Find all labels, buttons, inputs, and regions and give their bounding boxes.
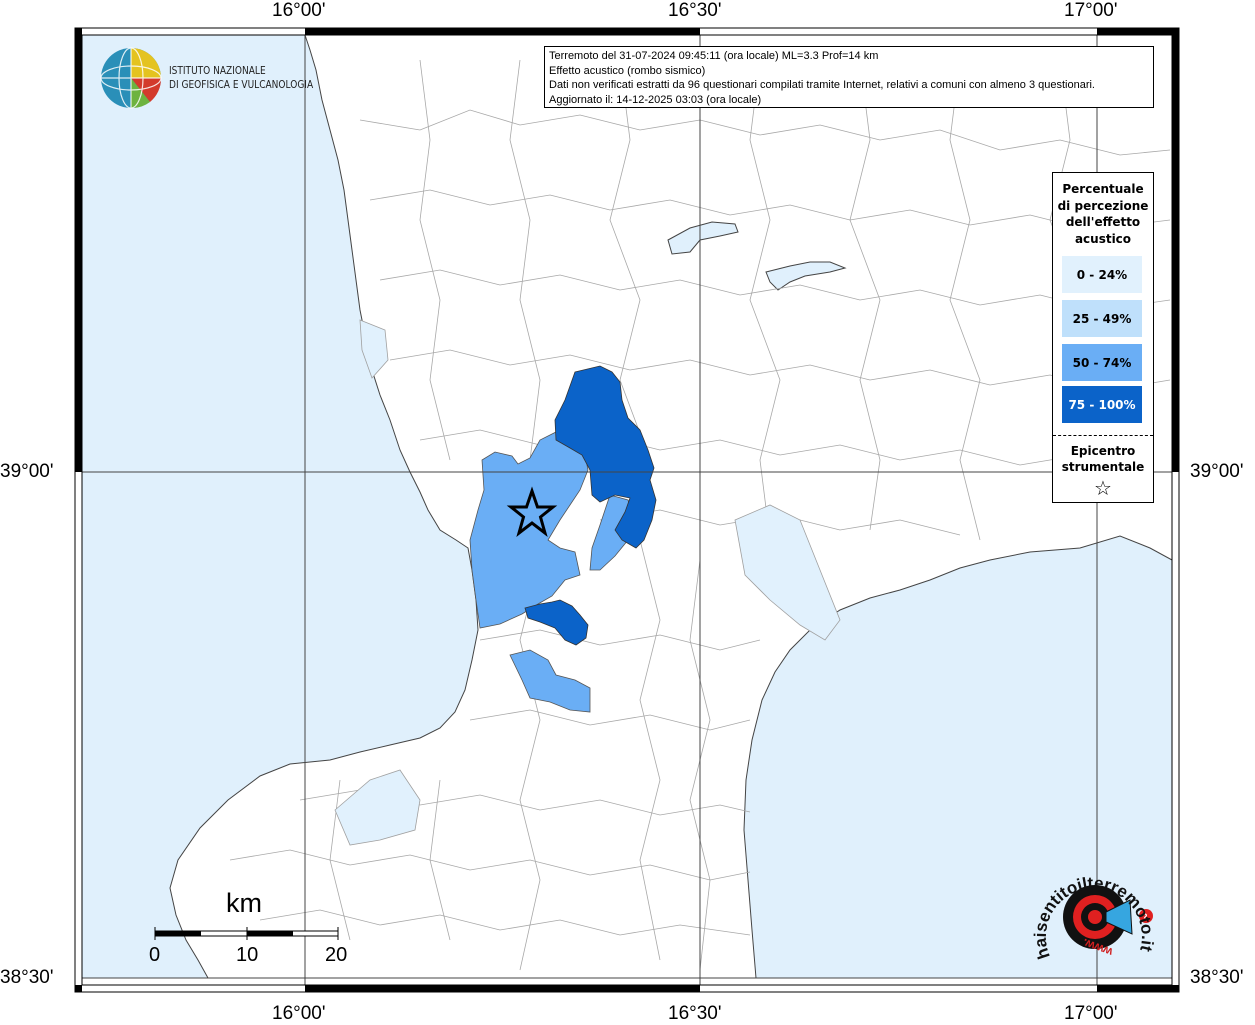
tick-top-16-00: 16°00': [272, 0, 326, 21]
tick-right-39-00: 39°00': [1190, 461, 1244, 482]
ingv-name-line1: ISTITUTO NAZIONALE: [169, 64, 266, 77]
legend-epicenter: Epicentro strumentale ☆: [1053, 443, 1153, 501]
tick-left-38-30: 38°30': [0, 967, 54, 988]
scale-unit: km: [226, 888, 262, 918]
event-info-line1: Terremoto del 31-07-2024 09:45:11 (ora l…: [549, 50, 879, 62]
scale-label-20: 20: [325, 944, 348, 966]
legend-title-line3: dell'effetto: [1065, 215, 1141, 229]
event-info-line3: Dati non verificati estratti da 96 quest…: [549, 79, 1095, 92]
ingv-name: ISTITUTO NAZIONALE DI GEOFISICA E VULCAN…: [169, 64, 313, 92]
ingv-logo-globe: [100, 47, 162, 109]
legend-epicenter-line1: Epicentro: [1070, 444, 1136, 458]
tick-bottom-17-00: 17°00': [1064, 1003, 1118, 1024]
event-info-box: Terremoto del 31-07-2024 09:45:11 (ora l…: [544, 46, 1154, 108]
scale-label-0: 0: [149, 944, 161, 966]
tick-top-16-30: 16°30': [668, 0, 722, 21]
tick-left-39-00: 39°00': [0, 461, 54, 482]
legend: Percentuale di percezione dell'effetto a…: [1052, 172, 1154, 503]
tick-bottom-16-00: 16°00': [272, 1003, 326, 1024]
tick-top-17-00: 17°00': [1064, 0, 1118, 21]
legend-separator: [1053, 435, 1153, 436]
map-canvas: ? haisentitoilterremoto.it www.: [74, 27, 1180, 993]
legend-class-3: 75 - 100%: [1062, 386, 1142, 423]
legend-star-icon: ☆: [1094, 476, 1112, 500]
legend-title: Percentuale di percezione dell'effetto a…: [1053, 181, 1153, 247]
tick-bottom-16-30: 16°30': [668, 1003, 722, 1024]
legend-epicenter-line2: strumentale: [1061, 460, 1145, 474]
scale-label-10: 10: [236, 944, 259, 966]
tick-right-38-30: 38°30': [1190, 967, 1244, 988]
ingv-name-line2: DI GEOFISICA E VULCANOLOGIA: [169, 78, 314, 91]
legend-title-line2: di percezione: [1057, 198, 1149, 213]
event-info-line2: Effetto acustico (rombo sismico): [549, 64, 706, 77]
event-info-line4: Aggiornato il: 14-12-2025 03:03 (ora loc…: [549, 93, 762, 106]
legend-class-1: 25 - 49%: [1062, 300, 1142, 337]
legend-title-line4: acustico: [1074, 231, 1132, 246]
legend-class-2: 50 - 74%: [1062, 344, 1142, 381]
legend-title-line1: Percentuale: [1062, 182, 1144, 196]
legend-class-0: 0 - 24%: [1062, 256, 1142, 293]
